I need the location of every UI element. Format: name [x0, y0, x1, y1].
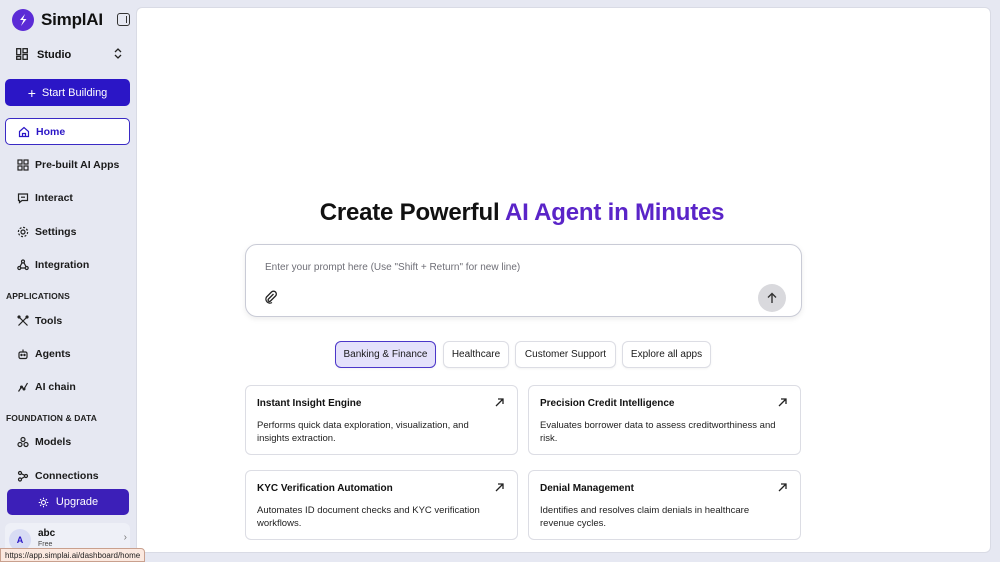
chevron-right-icon: › [123, 532, 127, 543]
app-card[interactable]: Denial Management Identifies and resolve… [528, 470, 801, 540]
app-card[interactable]: Instant Insight Engine Performs quick da… [245, 385, 518, 455]
send-button[interactable] [758, 284, 786, 312]
start-building-label: Start Building [41, 86, 108, 99]
headline-text: Create Powerful [319, 199, 505, 226]
sidebar-item-settings[interactable]: Settings [5, 218, 130, 245]
sidebar-item-label: Settings [35, 225, 77, 238]
sidebar-item-label: Models [35, 435, 72, 448]
prompt-input[interactable] [265, 262, 765, 273]
card-description: Identifies and resolves claim denials in… [540, 505, 750, 529]
arrow-up-icon [767, 292, 777, 303]
user-name: abc [38, 528, 56, 539]
sidebar-item-agents[interactable]: Agents [5, 340, 130, 367]
chip-banking-finance[interactable]: Banking & Finance [335, 341, 436, 368]
upgrade-icon [38, 497, 49, 508]
sidebar-item-label: Pre-built AI Apps [35, 158, 120, 171]
card-title: KYC Verification Automation [257, 483, 393, 494]
brand[interactable]: SimplAI [12, 9, 103, 31]
sidebar-item-models[interactable]: Models [5, 428, 130, 455]
sidebar-item-label: Tools [35, 314, 63, 327]
arrow-up-right-icon [778, 483, 787, 492]
tools-icon [16, 314, 29, 327]
card-title: Denial Management [540, 483, 634, 494]
arrow-up-right-icon [495, 398, 504, 407]
workspace-label: Studio [37, 49, 72, 61]
section-label-foundation: FOUNDATION & DATA [6, 413, 97, 423]
start-building-button[interactable]: + Start Building [5, 79, 130, 106]
page-headline: Create Powerful AI Agent in Minutes [137, 199, 907, 227]
sidebar-item-interact[interactable]: Interact [5, 184, 130, 211]
section-label-applications: APPLICATIONS [6, 291, 70, 301]
chip-customer-support[interactable]: Customer Support [515, 341, 616, 368]
arrow-up-right-icon [495, 483, 504, 492]
sidebar-item-integration[interactable]: Integration [5, 251, 130, 278]
status-bar-url: https://app.simplai.ai/dashboard/home [0, 548, 146, 562]
home-icon [17, 125, 30, 138]
sidebar-item-label: Interact [35, 191, 73, 204]
upgrade-button[interactable]: Upgrade [7, 489, 129, 515]
paperclip-icon[interactable] [264, 290, 278, 304]
connections-icon [16, 469, 29, 482]
sidebar-item-label: Connections [35, 469, 99, 482]
chip-explore-all-apps[interactable]: Explore all apps [622, 341, 711, 368]
card-title: Precision Credit Intelligence [540, 398, 675, 409]
prompt-box [245, 244, 802, 317]
integration-icon [16, 258, 29, 271]
agents-icon [16, 347, 29, 360]
plus-icon: + [27, 84, 36, 101]
chip-healthcare[interactable]: Healthcare [443, 341, 509, 368]
sidebar-item-tools[interactable]: Tools [5, 307, 130, 334]
user-plan: Free [38, 541, 53, 548]
gear-icon [16, 225, 29, 238]
grid-icon [16, 158, 29, 171]
sidebar-item-home[interactable]: Home [5, 118, 130, 145]
chat-icon [16, 191, 29, 204]
simplai-logo-icon [12, 9, 34, 31]
sidebar: SimplAI Studio + Start Building Home Pre… [0, 0, 136, 562]
card-description: Evaluates borrower data to assess credit… [540, 420, 776, 444]
workspace-selector[interactable]: Studio [16, 46, 122, 64]
sidebar-item-label: Agents [35, 347, 71, 360]
sidebar-item-label: Home [36, 125, 66, 138]
app-card[interactable]: KYC Verification Automation Automates ID… [245, 470, 518, 540]
card-title: Instant Insight Engine [257, 398, 362, 409]
models-icon [16, 435, 29, 448]
collapse-sidebar-icon[interactable] [117, 13, 130, 26]
sidebar-item-label: AI chain [35, 380, 76, 393]
main-panel: Create Powerful AI Agent in Minutes Bank… [136, 7, 991, 553]
chain-icon [16, 380, 29, 393]
app-card[interactable]: Precision Credit Intelligence Evaluates … [528, 385, 801, 455]
sidebar-item-ai-chain[interactable]: AI chain [5, 373, 130, 400]
studio-grid-icon [16, 47, 28, 63]
card-description: Automates ID document checks and KYC ver… [257, 505, 480, 529]
sidebar-item-connections[interactable]: Connections [5, 462, 130, 489]
sidebar-item-prebuilt-apps[interactable]: Pre-built AI Apps [5, 151, 130, 178]
headline-accent: AI Agent in Minutes [504, 199, 725, 226]
brand-name: SimplAI [41, 10, 103, 29]
sidebar-item-label: Integration [35, 258, 90, 271]
arrow-up-right-icon [778, 398, 787, 407]
upgrade-label: Upgrade [55, 496, 99, 508]
chevron-updown-icon [114, 48, 122, 62]
card-description: Performs quick data exploration, visuali… [257, 420, 469, 444]
